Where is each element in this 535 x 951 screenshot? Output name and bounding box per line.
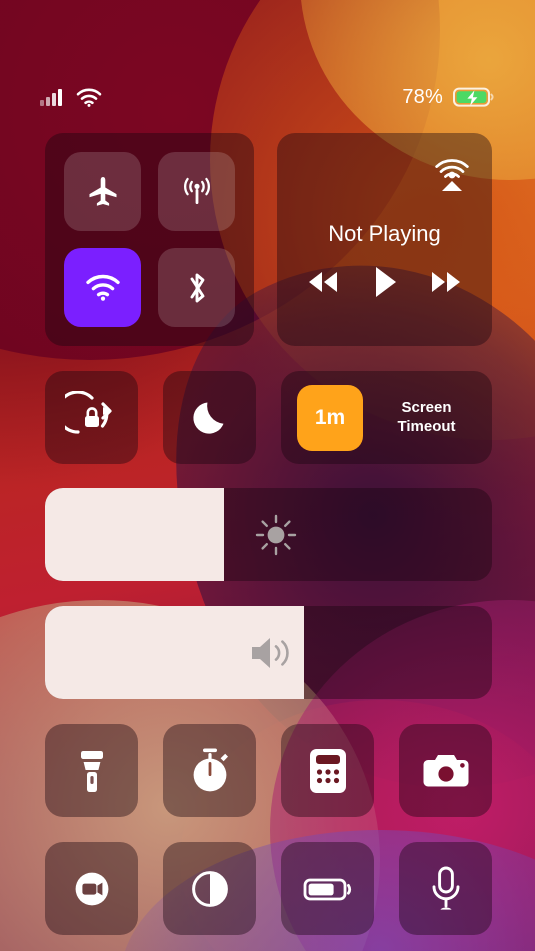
- bluetooth-icon: [182, 270, 212, 306]
- connectivity-panel: [45, 133, 254, 346]
- flashlight-button[interactable]: [45, 724, 138, 817]
- do-not-disturb-toggle[interactable]: [163, 371, 256, 464]
- microphone-button[interactable]: [399, 842, 492, 935]
- screen-timeout-label: Screen Timeout: [377, 399, 476, 436]
- microphone-icon: [426, 864, 466, 914]
- screen-recording-button[interactable]: [45, 842, 138, 935]
- screen-timeout-widget[interactable]: 1m Screen Timeout: [281, 371, 492, 464]
- contrast-half-circle-icon: [187, 866, 233, 912]
- status-bar-right: 78%: [402, 86, 495, 109]
- screen-timeout-label-line1: Screen: [401, 399, 452, 417]
- cellular-data-toggle[interactable]: [158, 152, 235, 231]
- low-power-mode-button[interactable]: [281, 842, 374, 935]
- airplane-mode-toggle[interactable]: [64, 152, 141, 231]
- screen-record-icon: [69, 866, 115, 912]
- rotation-lock-icon: [64, 390, 119, 445]
- flashlight-icon: [70, 746, 114, 796]
- play-button[interactable]: [370, 265, 400, 299]
- fast-forward-button[interactable]: [426, 269, 466, 295]
- media-player-panel: Not Playing: [277, 133, 492, 346]
- wifi-icon: [76, 88, 102, 107]
- screen-timeout-value: 1m: [314, 405, 346, 429]
- airplay-icon[interactable]: [428, 147, 476, 195]
- wifi-icon: [85, 274, 121, 302]
- screen-timeout-label-line2: Timeout: [397, 417, 456, 435]
- utility-row-1: [45, 724, 492, 817]
- brightness-slider[interactable]: [45, 488, 492, 581]
- airplane-icon: [86, 175, 120, 209]
- moon-icon: [187, 395, 233, 441]
- screen-timeout-badge[interactable]: 1m: [297, 384, 363, 451]
- bluetooth-toggle[interactable]: [158, 248, 235, 327]
- camera-button[interactable]: [399, 724, 492, 817]
- media-controls: [295, 265, 474, 299]
- brightness-slider-fill: [45, 488, 224, 581]
- rotation-lock-toggle[interactable]: [45, 371, 138, 464]
- status-bar-left: [40, 88, 102, 107]
- calculator-button[interactable]: [281, 724, 374, 817]
- timer-button[interactable]: [163, 724, 256, 817]
- control-center: 78% Not Playing 1m Screen Timeout: [0, 0, 535, 951]
- timer-icon: [187, 746, 233, 796]
- cellular-antenna-icon: [180, 175, 214, 209]
- status-bar: 78%: [40, 80, 495, 114]
- battery-charging-icon: [453, 86, 495, 108]
- rewind-button[interactable]: [303, 269, 343, 295]
- volume-speaker-icon: [246, 631, 298, 675]
- brightness-sun-icon: [251, 510, 301, 560]
- camera-icon: [421, 750, 471, 792]
- calculator-icon: [307, 746, 349, 796]
- battery-icon: [303, 875, 353, 903]
- battery-percentage: 78%: [402, 85, 443, 108]
- now-playing-title: Not Playing: [328, 221, 441, 246]
- cellular-signal-bars-icon: [40, 88, 66, 106]
- dark-mode-button[interactable]: [163, 842, 256, 935]
- utility-row-2: [45, 842, 492, 935]
- wifi-toggle[interactable]: [64, 248, 141, 327]
- volume-slider[interactable]: [45, 606, 492, 699]
